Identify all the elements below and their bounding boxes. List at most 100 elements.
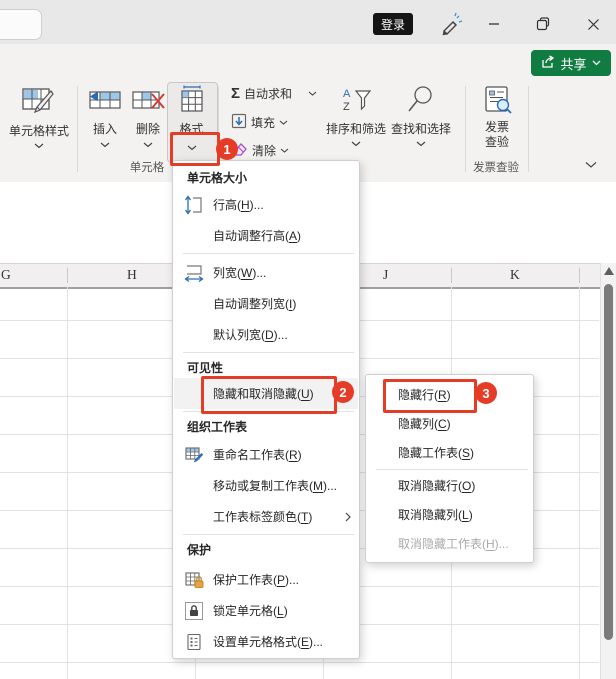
restore-button[interactable]: [530, 12, 556, 36]
invoice-check-button[interactable]: 发票 查验: [474, 85, 520, 150]
annotation-box-step3: [383, 379, 477, 413]
submenu-item-unhide-columns[interactable]: 取消隐藏列(L): [367, 500, 532, 529]
ribbon-separator: [77, 86, 78, 172]
column-header-k[interactable]: K: [510, 267, 520, 283]
menu-item-default-width[interactable]: 默认列宽(D)...: [174, 319, 358, 350]
submenu-item-hide-sheet[interactable]: 隐藏工作表(S): [367, 438, 532, 467]
menu-item-autofit-column-width[interactable]: 自动调整列宽(I): [174, 288, 358, 319]
clear-label: 清除: [252, 144, 277, 158]
fill-down-icon: [231, 113, 247, 132]
annotation-step3-badge: 3: [475, 382, 497, 404]
cell-styles-label: 单元格样式: [8, 124, 69, 138]
minimize-button[interactable]: [481, 12, 507, 36]
sort-filter-icon: A Z: [339, 85, 373, 120]
lock-cell-icon: [183, 601, 205, 621]
row-height-icon: [183, 194, 205, 215]
rename-sheet-icon: [183, 445, 205, 465]
column-header-g[interactable]: G: [1, 267, 11, 283]
column-width-icon: [183, 263, 205, 283]
menu-item-column-width[interactable]: 列宽(W)...: [174, 257, 358, 288]
grid-line: [579, 286, 580, 679]
column-divider: [67, 268, 68, 283]
invoice-check-icon: [481, 85, 513, 120]
invoice-label-line2: 查验: [484, 135, 509, 149]
submenu-item-unhide-sheet[interactable]: 取消隐藏工作表(H)...: [367, 529, 532, 558]
delete-label: 删除: [135, 122, 160, 136]
menu-header-organize-sheets: 组织工作表: [187, 419, 248, 434]
chevron-down-icon: [143, 142, 153, 148]
column-header-h[interactable]: H: [127, 267, 137, 283]
group-label-invoice: 发票查验: [473, 162, 519, 174]
sigma-icon: Σ: [231, 85, 241, 102]
annotation-step2-badge: 2: [332, 381, 354, 403]
insert-label: 插入: [92, 122, 117, 136]
menu-item-lock-cell[interactable]: 锁定单元格(L): [174, 595, 358, 626]
share-label: 共享: [560, 56, 587, 72]
annotation-box-step1: [170, 132, 220, 166]
menu-item-move-copy-sheet[interactable]: 移动或复制工作表(M)...: [174, 470, 358, 501]
menu-item-format-cells[interactable]: 设置单元格格式(E)...: [174, 626, 358, 657]
svg-text:Z: Z: [343, 101, 350, 113]
pen-tool-icon[interactable]: [438, 12, 464, 41]
invoice-label-line1: 发票: [484, 120, 509, 134]
submenu-arrow-icon: [345, 512, 351, 521]
share-button[interactable]: 共享: [531, 50, 611, 76]
format-cells-icon: [183, 632, 205, 652]
menu-separator: [183, 253, 354, 254]
column-header-j[interactable]: J: [383, 267, 388, 283]
chevron-down-icon: [308, 91, 317, 96]
menu-header-protection: 保护: [187, 542, 212, 557]
cell-styles-button[interactable]: 单元格样式: [8, 85, 70, 149]
vertical-scrollbar[interactable]: [600, 263, 616, 679]
annotation-box-step2: [201, 376, 337, 414]
menu-item-autofit-row-height[interactable]: 自动调整行高(A): [174, 220, 358, 251]
fill-button[interactable]: 填充: [231, 113, 288, 132]
column-divider: [579, 268, 580, 283]
column-divider: [451, 268, 452, 283]
find-select-button[interactable]: 查找和选择: [388, 85, 454, 147]
close-button[interactable]: [580, 12, 606, 36]
login-button[interactable]: 登录: [373, 13, 413, 35]
submenu-item-hide-columns[interactable]: 隐藏列(C): [367, 409, 532, 438]
sort-filter-label: 排序和筛选: [325, 122, 386, 136]
menu-separator: [376, 469, 528, 470]
chevron-down-icon: [416, 141, 426, 147]
magnifier-icon: [406, 85, 436, 120]
menu-item-row-height[interactable]: 行高(H)...: [174, 189, 358, 220]
menu-item-rename-sheet[interactable]: 重命名工作表(R): [174, 439, 358, 470]
autosum-button[interactable]: Σ 自动求和: [231, 85, 317, 102]
insert-cells-icon: [88, 87, 122, 120]
menu-item-protect-sheet[interactable]: 保护工作表(P)...: [174, 564, 358, 595]
document-tab[interactable]: [0, 9, 42, 40]
clear-button[interactable]: 清除: [231, 141, 289, 160]
cell-styles-icon: [21, 85, 57, 122]
format-cells-size-icon: [176, 85, 208, 120]
menu-header-cell-size: 单元格大小: [187, 170, 248, 185]
share-chevron-icon: [592, 60, 600, 66]
share-icon: [541, 54, 555, 72]
ribbon-collapse-chevron-icon[interactable]: [585, 161, 597, 169]
chevron-down-icon: [279, 120, 288, 125]
menu-separator: [183, 352, 354, 353]
sort-filter-button[interactable]: A Z 排序和筛选: [322, 85, 390, 147]
grid-line: [0, 662, 599, 663]
scrollbar-thumb[interactable]: [604, 284, 613, 640]
grid-line: [67, 286, 68, 679]
title-bar: 登录: [0, 0, 616, 44]
submenu-item-unhide-rows[interactable]: 取消隐藏行(O): [367, 471, 532, 500]
autosum-label: 自动求和: [244, 87, 293, 101]
chevron-down-icon: [100, 142, 110, 148]
chevron-down-icon: [280, 148, 289, 153]
scroll-up-icon[interactable]: [604, 267, 614, 275]
delete-cells-icon: [131, 87, 165, 120]
annotation-step1-badge: 1: [216, 138, 238, 160]
delete-button[interactable]: 删除: [128, 87, 168, 148]
chevron-down-icon: [34, 143, 44, 149]
excel-window: 登录 共享 单元格样式 插入 删除 格式 Σ 自动求和 填充 清除 A Z 排序…: [0, 0, 616, 679]
fill-label: 填充: [251, 116, 276, 130]
insert-button[interactable]: 插入: [85, 87, 125, 148]
menu-separator: [183, 534, 354, 535]
protect-sheet-icon: [183, 570, 205, 590]
menu-item-tab-color[interactable]: 工作表标签颜色(T): [174, 501, 358, 532]
svg-text:A: A: [343, 88, 351, 100]
